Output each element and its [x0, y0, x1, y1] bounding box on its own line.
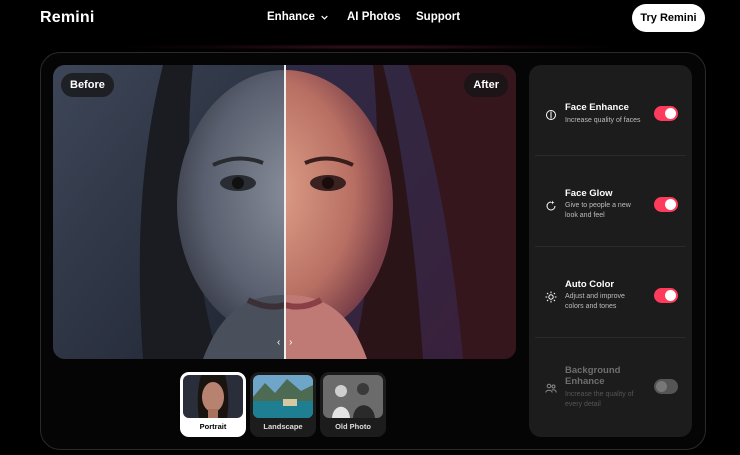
nav-links: Enhance AI Photos Support — [267, 11, 460, 23]
feature-auto-color: Auto Color Adjust and improve colors and… — [535, 247, 686, 338]
logo[interactable]: Remini — [40, 9, 95, 27]
before-label: Before — [61, 73, 114, 97]
feature-description: Give to people a new look and feel — [565, 202, 631, 219]
preset-portrait[interactable]: Portrait — [180, 372, 246, 437]
sun-icon — [545, 291, 557, 303]
preset-old-photo[interactable]: Old Photo — [320, 372, 386, 437]
feature-face-enhance: Face Enhance Increase quality of faces — [535, 65, 686, 156]
nav-enhance[interactable]: Enhance — [267, 11, 347, 23]
try-remini-button[interactable]: Try Remini — [632, 4, 705, 32]
slider-divider[interactable] — [284, 65, 286, 359]
portrait-thumbnail — [183, 375, 243, 418]
face-enhance-toggle[interactable] — [654, 106, 678, 121]
feature-face-glow: Face Glow Give to people a new look and … — [535, 156, 686, 247]
refresh-sparkle-icon — [546, 200, 556, 211]
feature-title: Auto Color — [565, 279, 615, 290]
features-panel: Face Enhance Increase quality of faces F… — [529, 65, 692, 437]
before-after-slider[interactable]: Before After ‹ › — [53, 65, 516, 359]
toggle-knob — [665, 108, 676, 119]
old-photo-thumbnail — [323, 375, 383, 418]
toggle-knob — [656, 381, 667, 392]
background-enhance-toggle[interactable] — [654, 379, 678, 394]
preset-landscape[interactable]: Landscape — [250, 372, 316, 437]
preset-portrait-label: Portrait — [199, 422, 227, 431]
top-navigation: Remini Enhance AI Photos Support Try Rem… — [0, 0, 740, 38]
nav-ai-photos[interactable]: AI Photos — [347, 11, 416, 23]
header-glow — [130, 44, 610, 50]
after-label: After — [464, 73, 508, 97]
feature-title: Face Glow — [565, 188, 613, 199]
feature-background-enhance: Background Enhance Increase the quality … — [535, 338, 686, 429]
feature-title: Background Enhance — [565, 365, 621, 387]
slider-handle-icon[interactable]: ‹ › — [277, 337, 295, 348]
feature-description: Increase quality of faces — [565, 117, 641, 124]
face-scan-icon — [546, 110, 556, 120]
toggle-knob — [665, 290, 676, 301]
chevron-down-icon — [321, 15, 328, 20]
feature-title: Face Enhance — [565, 102, 629, 113]
feature-description: Increase the quality of every detail — [565, 391, 634, 408]
landscape-thumbnail — [253, 375, 313, 418]
nav-support[interactable]: Support — [416, 11, 460, 23]
nav-enhance-label: Enhance — [267, 11, 315, 23]
face-glow-toggle[interactable] — [654, 197, 678, 212]
toggle-knob — [665, 199, 676, 210]
auto-color-toggle[interactable] — [654, 288, 678, 303]
feature-description: Adjust and improve colors and tones — [565, 293, 625, 310]
preset-old-photo-label: Old Photo — [335, 422, 371, 431]
people-icon — [545, 383, 557, 393]
preset-landscape-label: Landscape — [263, 422, 303, 431]
preset-selector: Portrait Landscape Old Photo — [180, 372, 386, 437]
